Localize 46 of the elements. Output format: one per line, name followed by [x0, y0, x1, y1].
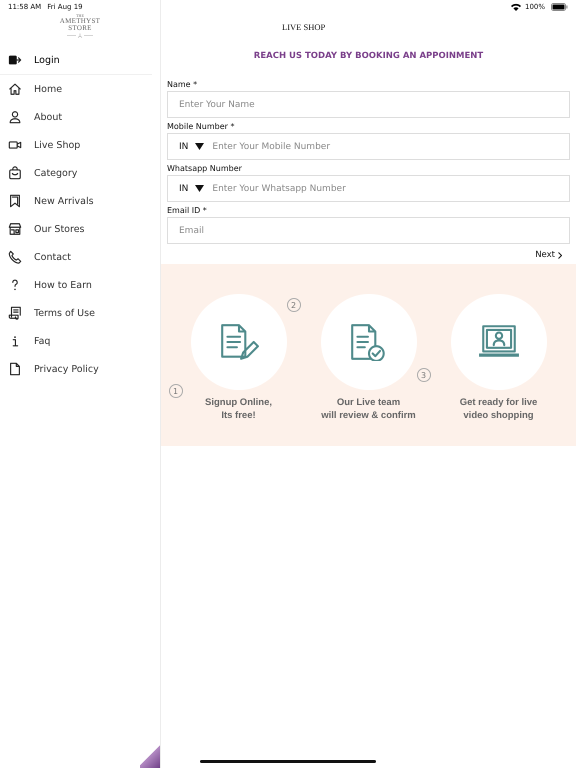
wifi-icon	[510, 3, 521, 11]
sidebar-item[interactable]: Home	[0, 75, 160, 103]
field-label: Whatsapp Number	[167, 164, 243, 173]
field-label: Email ID *	[167, 206, 208, 215]
sidebar-item[interactable]: Category	[0, 159, 160, 187]
step-caption: Signup Online, Its free!	[204, 396, 272, 422]
sidebar-item[interactable]: Faq	[0, 327, 160, 355]
phone-field[interactable]: IN Enter Your Whatsapp Number	[167, 175, 570, 202]
sidebar-item[interactable]: How to Earn	[0, 271, 160, 299]
scroll-icon	[8, 306, 22, 320]
store-icon	[8, 222, 22, 236]
input-field[interactable]: Enter Your Name	[167, 91, 570, 118]
battery-icon	[551, 3, 568, 11]
step-number: 2	[286, 298, 300, 312]
next-link[interactable]: Next	[535, 250, 562, 260]
sidebar-item[interactable]: About	[0, 103, 160, 131]
field-label: Mobile Number *	[167, 122, 236, 131]
chevron-right-icon	[558, 252, 562, 258]
dropdown-caret-icon	[195, 143, 204, 150]
step-caption: Our Live team will review & confirm	[321, 396, 416, 422]
sidebar-item[interactable]: Live Shop	[0, 131, 160, 159]
sidebar-item[interactable]: New Arrivals	[0, 187, 160, 215]
file-icon	[8, 362, 22, 376]
phone-input[interactable]: Enter Your Mobile Number	[212, 142, 569, 152]
page-title: LIVE SHOP	[282, 22, 326, 32]
dropdown-caret-icon	[195, 185, 204, 192]
input-field[interactable]: Email	[167, 217, 570, 244]
phone-icon	[8, 250, 22, 264]
step-number: 3	[416, 368, 430, 382]
step-caption: Get ready for live video shopping	[460, 396, 538, 422]
sidebar-item[interactable]: Contact	[0, 243, 160, 271]
sidebar-item[interactable]: Privacy Policy	[0, 355, 160, 383]
person-icon	[8, 110, 22, 124]
phone-input[interactable]: Enter Your Whatsapp Number	[212, 184, 569, 194]
form-heading: REACH US TODAY BY BOOKING AN APPOINMENT	[252, 51, 484, 61]
sidebar-item[interactable]: Terms of Use	[0, 299, 160, 327]
bookmark-icon	[8, 194, 22, 208]
home-icon	[8, 82, 22, 96]
step-number: 1	[168, 384, 182, 398]
sidebar-item[interactable]: Our Stores	[0, 215, 160, 243]
country-selector[interactable]: IN	[179, 142, 204, 152]
country-selector[interactable]: IN	[179, 184, 204, 194]
field-label: Name *	[167, 80, 198, 89]
phone-field[interactable]: IN Enter Your Mobile Number	[167, 133, 570, 160]
bag-icon	[8, 166, 22, 180]
login-icon	[8, 53, 22, 67]
